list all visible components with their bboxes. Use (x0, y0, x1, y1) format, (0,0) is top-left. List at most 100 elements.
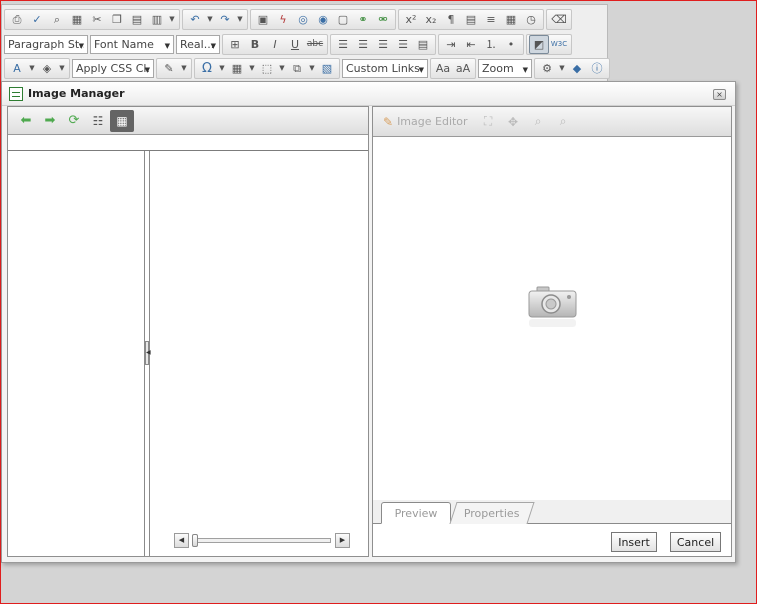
list-view-icon[interactable]: ☷ (86, 110, 110, 132)
bold-button[interactable]: B (245, 35, 265, 54)
back-arrow-icon[interactable]: ⬅ (14, 110, 38, 132)
image-editor-button[interactable]: ✎ Image Editor (383, 115, 468, 129)
slider-increase-icon[interactable]: ▶ (335, 533, 350, 548)
insert-form-icon[interactable]: ⬚ (257, 59, 277, 78)
copy-icon[interactable]: ❐ (107, 10, 127, 29)
align-left-icon[interactable]: ☰ (333, 35, 353, 54)
link-icon[interactable]: ⚭ (353, 10, 373, 29)
format-painter-icon[interactable]: ✎ (159, 59, 179, 78)
tab-preview[interactable]: Preview (381, 502, 451, 524)
underline-button[interactable]: U (285, 35, 305, 54)
about-icon[interactable]: ⓘ (587, 59, 607, 78)
snippet-icon[interactable]: ⧉ (287, 59, 307, 78)
cut-icon[interactable]: ✂ (87, 10, 107, 29)
justify-none-icon[interactable]: ▤ (413, 35, 433, 54)
format-stripper-icon[interactable]: ⌫ (549, 10, 569, 29)
slider-track[interactable] (192, 534, 331, 547)
slider-thumb[interactable] (192, 534, 198, 547)
paste-dropdown-icon[interactable]: ▼ (167, 10, 177, 29)
tab-properties[interactable]: Properties (449, 502, 535, 524)
redo-dropdown-icon[interactable]: ▼ (235, 10, 245, 29)
cancel-button[interactable]: Cancel (670, 532, 721, 552)
bulleted-list-icon[interactable]: • (501, 35, 521, 54)
module-dropdown-icon[interactable]: ▼ (557, 59, 567, 78)
unlink-icon[interactable]: ⚮ (373, 10, 393, 29)
insert-symbol-button[interactable]: Ω (197, 59, 217, 78)
find-icon[interactable]: ⌕ (47, 10, 67, 29)
pane-splitter[interactable]: ◀ (145, 151, 151, 556)
media-icon[interactable]: ◎ (293, 10, 313, 29)
xhtml-validator-icon[interactable]: W3C (549, 35, 569, 54)
font-size-select[interactable]: Real... ▼ (176, 34, 220, 54)
spellcheck-icon[interactable]: ✓ (27, 10, 47, 29)
refresh-icon[interactable]: ⟳ (62, 110, 86, 132)
superscript-icon[interactable]: x² (401, 10, 421, 29)
paste-options-icon[interactable]: ▥ (147, 10, 167, 29)
table-icon[interactable]: ▦ (227, 59, 247, 78)
justify-icon[interactable]: ☰ (393, 35, 413, 54)
folder-tree-pane[interactable] (8, 151, 145, 556)
thumbnail-view-icon[interactable]: ▦ (110, 109, 134, 132)
subscript-icon[interactable]: x₂ (421, 10, 441, 29)
convert-upper-icon[interactable]: Aa (433, 59, 453, 78)
font-color-dropdown-icon[interactable]: ▼ (27, 59, 37, 78)
actual-size-icon[interactable]: ✥ (501, 112, 526, 132)
italic-button[interactable]: I (265, 35, 285, 54)
align-center-icon[interactable]: ☰ (353, 35, 373, 54)
dialog-app-icon (9, 86, 23, 101)
form-dropdown-icon[interactable]: ▼ (277, 59, 287, 78)
zoom-in-icon[interactable]: ⌕ (526, 112, 551, 132)
back-color-dropdown-icon[interactable]: ▼ (57, 59, 67, 78)
horizontal-rule-icon[interactable]: ≡ (481, 10, 501, 29)
font-color-button[interactable]: A (7, 59, 27, 78)
indent-icon[interactable]: ⇥ (441, 35, 461, 54)
absolute-position-icon[interactable]: ⊞ (225, 35, 245, 54)
symbol-dropdown-icon[interactable]: ▼ (217, 59, 227, 78)
convert-lower-icon[interactable]: aA (453, 59, 473, 78)
css-class-value: Apply CSS Cl... (76, 61, 150, 75)
print-icon[interactable]: ⎙ (7, 10, 27, 29)
insert-table-icon[interactable]: ▤ (461, 10, 481, 29)
best-fit-icon[interactable]: ⛶ (476, 112, 501, 132)
align-right-icon[interactable]: ☰ (373, 35, 393, 54)
redo-icon[interactable]: ↷ (215, 10, 235, 29)
flash-player-icon[interactable]: ◉ (313, 10, 333, 29)
document-icon[interactable]: ▢ (333, 10, 353, 29)
paragraph-icon[interactable]: ¶ (441, 10, 461, 29)
select-all-icon[interactable]: ▦ (67, 10, 87, 29)
image-icon[interactable]: ▣ (253, 10, 273, 29)
thumbnail-size-slider[interactable]: ◀ ▶ (174, 533, 350, 548)
snippet-dropdown-icon[interactable]: ▼ (307, 59, 317, 78)
close-button[interactable]: × (713, 89, 726, 100)
zoom-out-icon[interactable]: ⌕ (551, 112, 576, 132)
format-painter-dropdown-icon[interactable]: ▼ (179, 59, 189, 78)
track-changes-icon[interactable]: ◆ (567, 59, 587, 78)
strikethrough-button[interactable]: abc (305, 35, 325, 54)
outdent-icon[interactable]: ⇤ (461, 35, 481, 54)
slider-decrease-icon[interactable]: ◀ (174, 533, 189, 548)
table-dropdown-icon[interactable]: ▼ (247, 59, 257, 78)
chevron-down-icon: ▼ (418, 65, 424, 74)
insert-button[interactable]: Insert (611, 532, 657, 552)
date-icon[interactable]: ▦ (501, 10, 521, 29)
forward-arrow-icon[interactable]: ➡ (38, 110, 62, 132)
css-class-select[interactable]: Apply CSS Cl... ▼ (72, 58, 154, 78)
dialog-titlebar[interactable]: Image Manager × (2, 82, 735, 106)
template-icon[interactable]: ▧ (317, 59, 337, 78)
font-name-select[interactable]: Font Name ▼ (90, 34, 174, 54)
module-manager-icon[interactable]: ⚙ (537, 59, 557, 78)
undo-icon[interactable]: ↶ (185, 10, 205, 29)
back-color-icon[interactable]: ◈ (37, 59, 57, 78)
toggle-borders-icon[interactable]: ◩ (529, 34, 549, 54)
paste-icon[interactable]: ▤ (127, 10, 147, 29)
paragraph-style-select[interactable]: Paragraph St... ▼ (4, 34, 88, 54)
image-manager-dialog: Image Manager × ⬅ ➡ ⟳ ☷ ▦ ◀ ◀ ▶ ✎ Image … (1, 81, 736, 563)
flash-icon[interactable]: ϟ (273, 10, 293, 29)
time-icon[interactable]: ◷ (521, 10, 541, 29)
collapse-arrow-icon[interactable]: ◀ (145, 341, 151, 365)
undo-dropdown-icon[interactable]: ▼ (205, 10, 215, 29)
custom-links-select[interactable]: Custom Links ▼ (342, 58, 428, 78)
numbered-list-icon[interactable]: ⒈ (481, 35, 501, 54)
file-list-pane[interactable]: ◀ ▶ (151, 151, 368, 556)
zoom-select[interactable]: Zoom ▼ (478, 58, 532, 78)
